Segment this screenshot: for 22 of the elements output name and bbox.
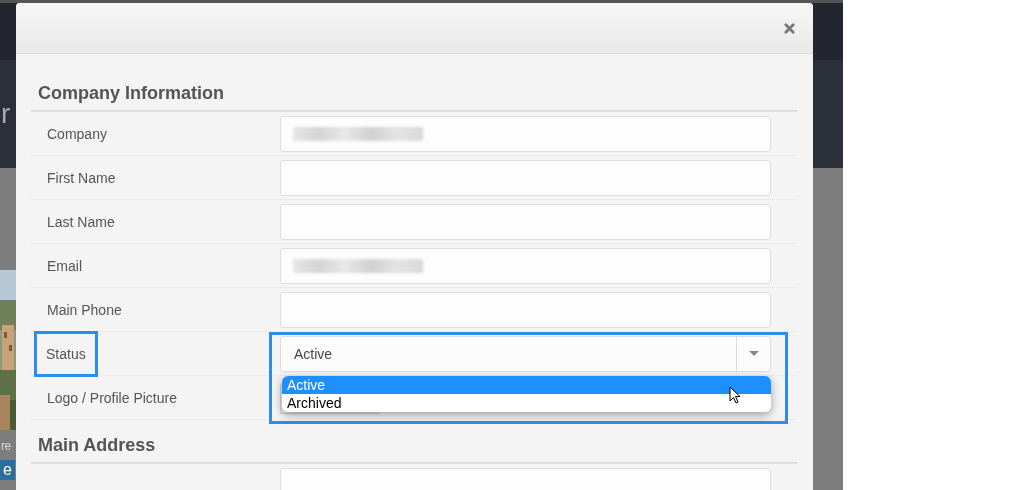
caption-text: re — [1, 438, 11, 454]
section-heading: Main Address — [31, 434, 797, 464]
status-dropdown[interactable]: Active — [280, 335, 771, 372]
field-label: Email — [47, 256, 82, 275]
input-field[interactable] — [280, 203, 771, 240]
dropdown-option[interactable]: Archived — [282, 393, 771, 412]
button[interactable]: e — [0, 460, 15, 480]
input-field[interactable] — [280, 291, 771, 328]
close-icon[interactable] — [784, 22, 795, 34]
field-label: Company — [47, 124, 107, 143]
field-label: First Name — [47, 168, 116, 187]
cursor-icon — [729, 385, 741, 404]
field-label: Logo / Profile Picture — [47, 388, 177, 407]
input-field[interactable] — [280, 159, 771, 196]
input-field[interactable] — [280, 247, 771, 284]
caret-icon — [748, 351, 759, 356]
input-field[interactable] — [280, 115, 771, 152]
field-label: Last Name — [47, 212, 115, 231]
field-label: Main Phone — [47, 300, 122, 319]
field-label: Status — [34, 330, 98, 377]
section-heading: Company Information — [31, 82, 797, 112]
heading-text: r — [1, 98, 11, 130]
